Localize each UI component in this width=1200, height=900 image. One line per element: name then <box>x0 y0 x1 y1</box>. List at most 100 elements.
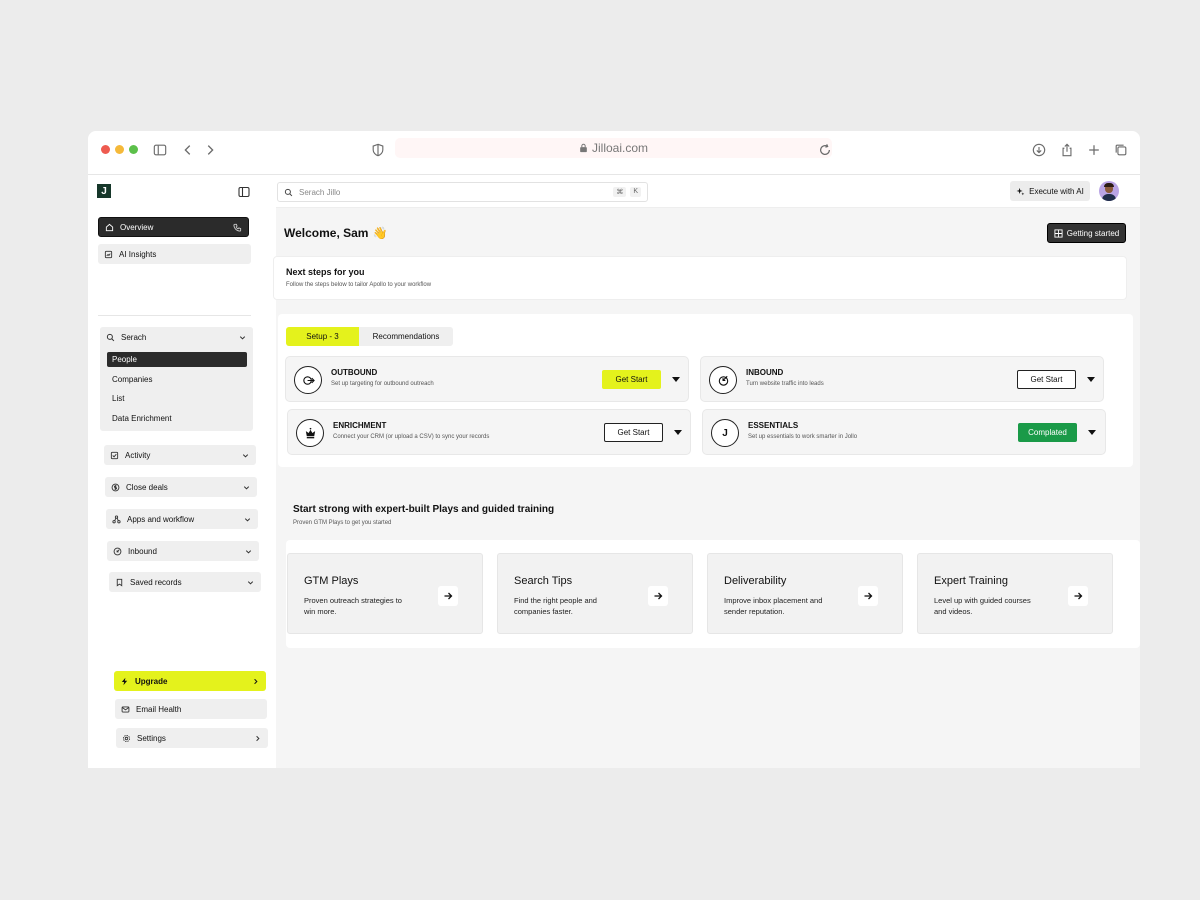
inbound-icon <box>113 547 122 555</box>
tab-recommendations[interactable]: Recommendations <box>359 327 453 346</box>
lock-icon <box>580 143 587 153</box>
sidebar-item-label: Inbound <box>128 546 157 556</box>
sidebar-item-apps-workflow[interactable]: Apps and workflow <box>106 509 258 529</box>
sidebar-item-label: Saved records <box>130 577 182 587</box>
sidebar-item-close-deals[interactable]: Close deals <box>105 477 257 497</box>
step-title: ENRICHMENT <box>333 421 387 430</box>
step-card-outbound: OUTBOUND Set up targeting for outbound o… <box>285 356 689 402</box>
download-icon[interactable] <box>1030 141 1048 159</box>
forward-icon[interactable] <box>201 141 219 159</box>
sidebar-item-search[interactable]: Serach <box>100 327 253 347</box>
sidebar-item-activity[interactable]: Activity <box>104 445 256 465</box>
expand-caret-icon[interactable] <box>1087 377 1095 382</box>
getting-started-button[interactable]: Getting started <box>1047 223 1126 243</box>
step-description: Turn website traffic into leads <box>746 381 824 387</box>
outbound-get-start-button[interactable]: Get Start <box>602 370 661 389</box>
activity-icon <box>110 451 119 459</box>
plays-section-subtitle: Proven GTM Plays to get you started <box>293 520 392 526</box>
plays-section-title: Start strong with expert-built Plays and… <box>293 504 555 515</box>
global-search-input[interactable]: Serach Jillo ⌘ K <box>277 182 648 202</box>
arrow-right-icon[interactable] <box>1068 586 1088 606</box>
maximize-window-button[interactable] <box>129 145 138 154</box>
back-icon[interactable] <box>179 141 197 159</box>
sidebar-item-label: Settings <box>137 733 166 743</box>
step-card-enrichment: ENRICHMENT Connect your CRM (or upload a… <box>287 409 691 455</box>
search-placeholder: Serach Jillo <box>299 187 341 197</box>
close-window-button[interactable] <box>101 145 110 154</box>
expand-caret-icon[interactable] <box>1088 430 1096 435</box>
tab-setup[interactable]: Setup - 3 <box>286 327 359 346</box>
step-title: OUTBOUND <box>331 368 378 377</box>
arrow-right-icon[interactable] <box>438 586 458 606</box>
app-logo[interactable]: J <box>97 184 111 198</box>
welcome-text: Welcome, Sam <box>284 226 369 240</box>
sidebar-subitem-people[interactable]: People <box>107 352 247 367</box>
dollar-icon <box>111 483 120 491</box>
privacy-shield-icon[interactable] <box>369 141 387 159</box>
address-bar[interactable]: Jilloai.com <box>395 138 832 158</box>
browser-window: Jilloai.com J Overview AI Insights Serac… <box>88 131 1140 768</box>
chevron-down-icon <box>242 453 249 458</box>
app-topbar: Serach Jillo ⌘ K Execute with AI <box>276 175 1140 208</box>
play-card-title: Deliverability <box>724 575 787 587</box>
grid-icon <box>1054 228 1063 238</box>
sidebar-item-label: Email Health <box>136 704 182 714</box>
sidebar-subitem-list[interactable]: List <box>107 391 247 406</box>
execute-with-ai-label: Execute with AI <box>1029 186 1084 196</box>
step-card-inbound: INBOUND Turn website traffic into leads … <box>700 356 1104 402</box>
sidebar-item-settings[interactable]: Settings <box>116 728 268 748</box>
minimize-window-button[interactable] <box>115 145 124 154</box>
chevron-down-icon <box>239 335 246 340</box>
expand-caret-icon[interactable] <box>674 430 682 435</box>
gear-icon <box>122 734 131 742</box>
essentials-completed-button[interactable]: Complated <box>1018 423 1077 442</box>
arrow-right-icon[interactable] <box>858 586 878 606</box>
upgrade-button[interactable]: Upgrade <box>114 671 266 691</box>
next-steps-panel: Next steps for you Follow the steps belo… <box>273 256 1127 300</box>
reload-icon[interactable] <box>816 141 834 159</box>
play-card-description: Proven outreach strategies to win more. <box>304 596 402 616</box>
new-tab-icon[interactable] <box>1085 141 1103 159</box>
sidebar-subitem-data-enrichment[interactable]: Data Enrichment <box>107 411 247 426</box>
lightning-icon <box>121 677 128 685</box>
plays-panel: GTM Plays Proven outreach strategies to … <box>286 540 1140 648</box>
arrow-right-icon[interactable] <box>648 586 668 606</box>
play-card-title: GTM Plays <box>304 575 359 587</box>
k-key: K <box>630 187 641 197</box>
sidebar-item-email-health[interactable]: Email Health <box>115 699 267 719</box>
chevron-down-icon <box>243 485 250 490</box>
sidebar-item-overview[interactable]: Overview <box>98 217 249 237</box>
sidebar-search-group: Serach People Companies List Data Enrich… <box>100 327 253 431</box>
sidebar-collapse-icon[interactable] <box>238 185 250 198</box>
play-card-search-tips[interactable]: Search Tips Find the right people and co… <box>497 553 693 634</box>
sidebar-item-label: AI Insights <box>119 249 157 259</box>
getting-started-label: Getting started <box>1066 228 1120 238</box>
sidebar-item-inbound[interactable]: Inbound <box>107 541 259 561</box>
expand-caret-icon[interactable] <box>672 377 680 382</box>
chevron-down-icon <box>245 549 252 554</box>
play-card-gtm-plays[interactable]: GTM Plays Proven outreach strategies to … <box>287 553 483 634</box>
play-card-deliverability[interactable]: Deliverability Improve inbox placement a… <box>707 553 903 634</box>
step-title: INBOUND <box>746 368 784 377</box>
enrichment-get-start-button[interactable]: Get Start <box>604 423 663 442</box>
sidebar-subitem-companies[interactable]: Companies <box>107 372 247 387</box>
step-description: Set up essentials to work smarter in Jol… <box>748 434 858 440</box>
chevron-down-icon <box>247 580 254 585</box>
play-card-expert-training[interactable]: Expert Training Level up with guided cou… <box>917 553 1113 634</box>
tab-overview-icon[interactable] <box>1112 141 1130 159</box>
user-avatar[interactable] <box>1099 181 1119 201</box>
chevron-right-icon <box>256 735 260 741</box>
share-icon[interactable] <box>1058 141 1076 159</box>
inbound-get-start-button[interactable]: Get Start <box>1017 370 1076 389</box>
sidebar-item-ai-insights[interactable]: AI Insights <box>98 244 251 264</box>
cmd-key: ⌘ <box>613 187 627 197</box>
step-description: Connect your CRM (or upload a CSV) to sy… <box>333 434 490 440</box>
sidebar-item-label: Close deals <box>126 482 168 492</box>
execute-with-ai-button[interactable]: Execute with AI <box>1010 181 1090 201</box>
jillo-logo-icon: J <box>711 419 739 447</box>
main-content: Welcome, Sam 👋 Getting started Next step… <box>273 209 1140 768</box>
sidebar-toggle-icon[interactable] <box>151 141 169 159</box>
sidebar-item-label: Activity <box>125 450 151 460</box>
url-text: Jilloai.com <box>591 141 648 155</box>
sidebar-item-saved-records[interactable]: Saved records <box>109 572 261 592</box>
